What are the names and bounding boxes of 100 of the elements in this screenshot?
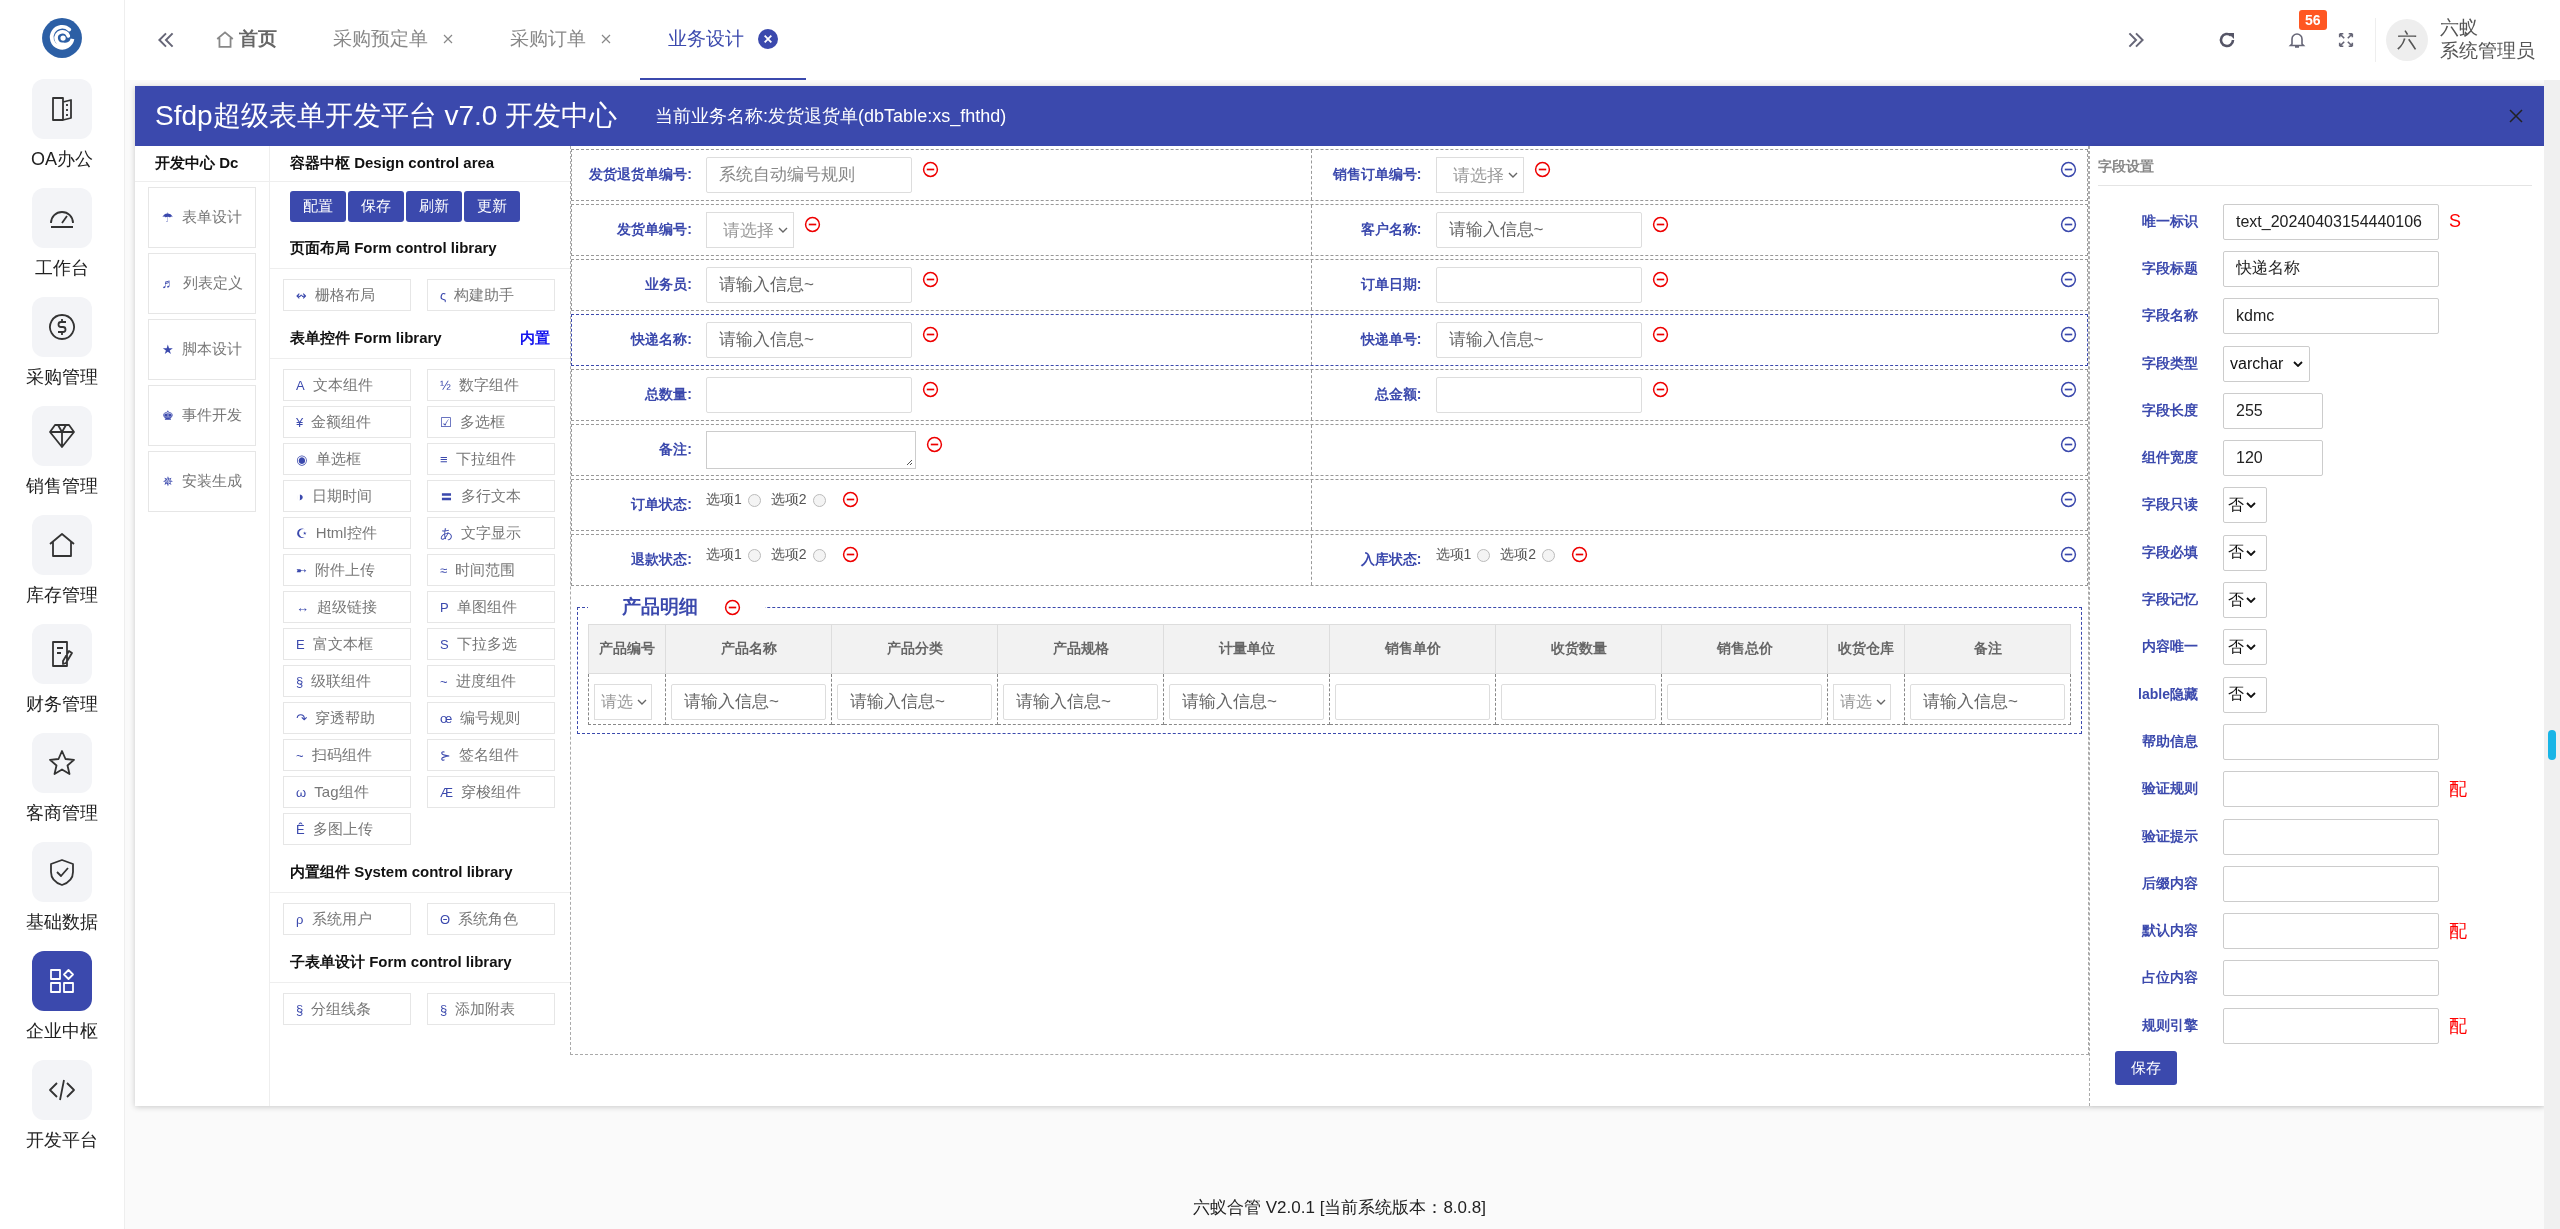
nav-item-tile[interactable] [32, 842, 92, 902]
input-field[interactable] [2223, 1007, 2439, 1044]
config-link[interactable]: 配 [2449, 1013, 2467, 1038]
input-field[interactable] [1501, 684, 1656, 720]
input-field[interactable]: 请输入信息~ [837, 684, 992, 720]
collapse-icon[interactable] [2060, 380, 2077, 398]
tab[interactable]: 首页 [187, 0, 305, 80]
input-field[interactable]: 系统自动编号规则 [706, 157, 912, 193]
nav-item-tile[interactable] [32, 951, 92, 1011]
form-row[interactable]: 订单状态: 选项1 选项2 [571, 479, 2088, 531]
remove-icon[interactable] [922, 380, 939, 398]
control-item[interactable]: Ê 多图上传 [283, 813, 411, 845]
remove-icon[interactable] [1533, 160, 1551, 178]
nav-item-tile[interactable] [32, 188, 92, 248]
toolbar-button[interactable]: 配置 [290, 191, 346, 222]
dev-center-item[interactable]: ✵ 安装生成 [148, 451, 256, 512]
nav-item-tile[interactable] [32, 1060, 92, 1120]
control-item[interactable]: ↭ 栅格布局 [283, 279, 411, 311]
select-field[interactable]: 否 [2223, 487, 2267, 524]
refresh-icon[interactable] [2217, 30, 2237, 50]
config-link[interactable]: S [2449, 211, 2461, 233]
input-field[interactable]: 请输入信息~ [1435, 322, 1642, 358]
input-field[interactable]: 请输入信息~ [1435, 212, 1642, 248]
select-field[interactable]: 否 [2223, 676, 2267, 713]
nav-item-tile[interactable] [32, 297, 92, 357]
input-field[interactable] [2223, 960, 2439, 997]
user-avatar[interactable]: 六 [2386, 19, 2428, 61]
nav-item-tile[interactable] [32, 624, 92, 684]
remove-icon[interactable] [922, 160, 939, 178]
builtin-link[interactable]: 内置 [520, 329, 550, 348]
remove-icon[interactable] [926, 435, 943, 453]
nav-label[interactable]: 库存管理 [26, 583, 98, 607]
control-item[interactable]: P 单图组件 [427, 591, 555, 623]
nav-label[interactable]: OA办公 [31, 147, 93, 171]
collapse-icon[interactable] [2060, 270, 2077, 288]
toolbar-button[interactable]: 刷新 [406, 191, 462, 222]
control-item[interactable]: ~ 扫码组件 [283, 739, 411, 771]
control-item[interactable]: ≡ 下拉组件 [427, 443, 555, 475]
config-link[interactable]: 配 [2449, 777, 2467, 802]
remove-icon[interactable] [804, 215, 821, 233]
input-field[interactable]: 请输入信息~ [706, 267, 912, 303]
config-link[interactable]: 配 [2449, 919, 2467, 944]
control-item[interactable]: E 富文本框 [283, 628, 411, 660]
input-field[interactable] [706, 377, 912, 413]
nav-label[interactable]: 销售管理 [26, 474, 98, 498]
control-item[interactable]: ☑ 多选框 [427, 406, 555, 438]
input-field[interactable]: 255 [2223, 392, 2323, 429]
nav-label[interactable]: 采购管理 [26, 365, 98, 389]
collapse-icon[interactable] [2060, 435, 2077, 453]
radio-button[interactable] [1477, 548, 1491, 562]
nav-item-tile[interactable] [32, 79, 92, 139]
control-item[interactable]: § 分组线条 [283, 993, 411, 1025]
form-row[interactable]: 业务员: 请输入信息~ 订单日期: [571, 259, 2088, 311]
control-item[interactable]: ~ 进度组件 [427, 665, 555, 697]
remove-icon[interactable] [724, 598, 741, 616]
input-field[interactable] [2223, 865, 2439, 902]
input-field[interactable] [1435, 267, 1642, 303]
input-field[interactable]: 请输入信息~ [1169, 684, 1324, 720]
remove-icon[interactable] [841, 490, 859, 508]
form-row[interactable]: 快递名称: 请输入信息~ 快递单号: 请输入信息~ [571, 314, 2088, 366]
input-field[interactable] [2223, 818, 2439, 855]
save-button[interactable]: 保存 [2115, 1051, 2177, 1086]
form-row[interactable]: 总数量: 总金额: [571, 369, 2088, 421]
input-field[interactable] [2223, 913, 2439, 950]
remove-icon[interactable] [1651, 270, 1669, 288]
resize-handle-icon[interactable] [905, 458, 913, 466]
radio-button[interactable] [747, 548, 761, 562]
toolbar-button[interactable]: 保存 [348, 191, 404, 222]
form-row[interactable]: 发货退货单编号: 系统自动编号规则 销售订单编号: 请选择 [571, 149, 2088, 201]
remove-icon[interactable] [922, 325, 939, 343]
remove-icon[interactable] [1651, 215, 1669, 233]
remove-icon[interactable] [841, 545, 859, 563]
textarea-field[interactable] [706, 431, 916, 469]
close-icon[interactable] [600, 33, 612, 45]
dev-center-item[interactable]: ☂ 表单设计 [148, 187, 256, 248]
fullscreen-icon[interactable] [2337, 31, 2355, 49]
radio-button[interactable] [1542, 548, 1556, 562]
select-field[interactable]: 否 [2223, 629, 2267, 666]
select-field[interactable]: 否 [2223, 582, 2267, 618]
dev-center-item[interactable]: ♬ 列表定义 [148, 253, 256, 314]
nav-label[interactable]: 企业中枢 [26, 1019, 98, 1043]
input-field[interactable]: 请输入信息~ [1910, 684, 2065, 720]
control-item[interactable]: ≈ 时间范围 [427, 554, 555, 586]
remove-icon[interactable] [1651, 325, 1669, 343]
input-field[interactable] [2223, 723, 2439, 760]
tab[interactable]: 采购订单 [482, 0, 640, 80]
form-row[interactable]: 发货单编号: 请选择 客户名称: 请输入信息~ [571, 204, 2088, 256]
control-item[interactable]: ↷ 穿透帮助 [283, 702, 411, 734]
control-item[interactable]: ↔ 超级链接 [283, 591, 411, 623]
input-field[interactable] [2223, 771, 2439, 808]
close-icon[interactable] [442, 33, 454, 45]
collapse-icon[interactable] [2060, 325, 2077, 343]
control-item[interactable]: ¥ 金额组件 [283, 406, 411, 438]
input-field[interactable]: 请输入信息~ [1003, 684, 1158, 720]
control-item[interactable]: ☪ Html控件 [283, 517, 411, 549]
collapse-icon[interactable] [2060, 160, 2077, 178]
radio-button[interactable] [747, 493, 761, 507]
control-item[interactable]: ⊱ 签名组件 [427, 739, 555, 771]
control-item[interactable]: S 下拉多选 [427, 628, 555, 660]
control-item[interactable]: § 添加附表 [427, 993, 555, 1025]
